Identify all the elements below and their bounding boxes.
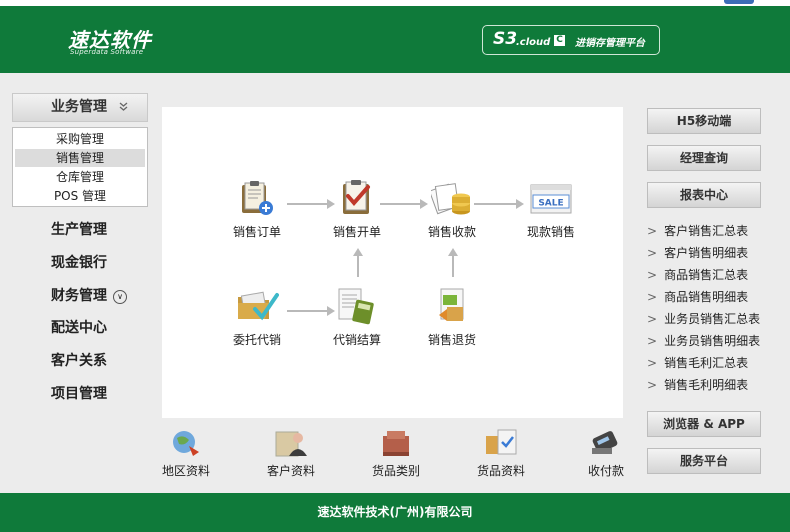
submenu-item-sales[interactable]: 销售管理	[15, 149, 145, 167]
node-label: 销售开单	[332, 225, 381, 239]
chevron-double-down-icon	[117, 100, 130, 113]
h5-mobile-button[interactable]: H5移动端	[647, 108, 761, 134]
chevron-circle-down-icon: ∨	[113, 290, 127, 304]
chevron-right-icon: >	[647, 378, 658, 392]
product-s3: S3	[493, 29, 518, 49]
chevron-right-icon: >	[647, 268, 658, 282]
chevron-right-icon: >	[647, 290, 658, 304]
chevron-right-icon: >	[647, 356, 658, 370]
node-label: 现款销售	[526, 225, 575, 239]
report-label: 销售毛利明细表	[664, 378, 749, 392]
node-label: 销售订单	[232, 225, 281, 239]
browser-app-button[interactable]: 浏览器 & APP	[647, 411, 761, 437]
nav-section-business[interactable]: 业务管理	[12, 93, 148, 122]
region-icon	[169, 428, 203, 458]
product-c-badge: C	[554, 35, 565, 46]
consign-out-icon	[235, 287, 279, 325]
arrow-up-icon	[353, 248, 363, 256]
node-label: 销售收款	[427, 225, 476, 239]
node-label: 委托代销	[232, 333, 281, 347]
report-label: 客户销售汇总表	[664, 224, 749, 238]
sale-tag-text: SALE	[538, 199, 563, 209]
goods-data-icon	[484, 428, 518, 458]
node-sales-receipt[interactable]: 销售收款	[412, 179, 492, 240]
report-link[interactable]: > 商品销售汇总表	[647, 266, 748, 283]
nav-item-delivery[interactable]: 配送中心	[51, 317, 107, 339]
product-platform: 进销存管理平台	[575, 38, 645, 49]
sales-return-icon	[433, 287, 471, 325]
node-sales-order[interactable]: 销售订单	[217, 179, 297, 240]
report-link[interactable]: > 销售毛利明细表	[647, 376, 748, 393]
goods-category-button[interactable]: 货品类别	[356, 428, 436, 479]
report-link[interactable]: > 销售毛利汇总表	[647, 354, 748, 371]
node-sales-return[interactable]: 销售退货	[412, 287, 492, 348]
bottom-label: 货品类别	[371, 464, 420, 478]
nav-item-cash-bank[interactable]: 现金银行	[51, 252, 107, 274]
region-data-button[interactable]: 地区资料	[146, 428, 226, 479]
logo-subtitle: Superdata Software	[70, 48, 144, 56]
report-link[interactable]: > 客户销售明细表	[647, 244, 748, 261]
nav-submenu: 采购管理 销售管理 仓库管理 POS 管理	[12, 127, 148, 207]
nav-item-project[interactable]: 项目管理	[51, 383, 107, 405]
nav-item-finance-label: 财务管理	[51, 288, 107, 304]
footer-company: 速达软件技术(广州)有限公司	[0, 493, 790, 532]
node-label: 代销结算	[332, 333, 381, 347]
node-sales-invoice[interactable]: 销售开单	[317, 179, 397, 240]
report-label: 商品销售明细表	[664, 290, 749, 304]
nav-item-finance[interactable]: 财务管理 ∨	[51, 285, 127, 307]
report-center-button[interactable]: 报表中心	[647, 182, 761, 208]
product-badge: S3 .cloud C 进销存管理平台	[482, 25, 660, 55]
service-platform-button[interactable]: 服务平台	[647, 448, 761, 474]
report-link[interactable]: > 业务员销售汇总表	[647, 310, 760, 327]
flow-line	[357, 255, 359, 277]
node-label: 销售退货	[427, 333, 476, 347]
submenu-item-pos[interactable]: POS 管理	[15, 187, 145, 205]
report-label: 销售毛利汇总表	[664, 356, 749, 370]
sales-order-icon	[238, 179, 276, 217]
node-consign-settle[interactable]: 代销结算	[317, 287, 397, 348]
report-label: 客户销售明细表	[664, 246, 749, 260]
report-link[interactable]: > 商品销售明细表	[647, 288, 748, 305]
bottom-label: 地区资料	[161, 464, 210, 478]
flow-line	[452, 255, 454, 277]
customer-data-button[interactable]: 客户资料	[251, 428, 331, 479]
chevron-right-icon: >	[647, 246, 658, 260]
submenu-item-purchase[interactable]: 采购管理	[15, 130, 145, 148]
sales-flow-panel: 销售订单 销售开单 销售收款 SALE 现款销售 委托代销 代销结算 销售退货	[162, 107, 623, 418]
corner-tab-icon[interactable]	[724, 0, 754, 4]
sales-receipt-icon	[428, 179, 473, 217]
chevron-right-icon: >	[647, 224, 658, 238]
bottom-label: 收付款	[587, 464, 624, 478]
payment-icon	[588, 428, 622, 458]
bottom-label: 客户资料	[266, 464, 315, 478]
top-strip	[0, 0, 790, 6]
report-label: 业务员销售汇总表	[664, 312, 761, 326]
chevron-right-icon: >	[647, 334, 658, 348]
nav-item-production[interactable]: 生产管理	[51, 219, 107, 241]
submenu-item-warehouse[interactable]: 仓库管理	[15, 168, 145, 186]
report-label: 商品销售汇总表	[664, 268, 749, 282]
product-cloud: .cloud	[516, 37, 551, 48]
node-cash-sale[interactable]: SALE 现款销售	[511, 179, 591, 240]
goods-category-icon	[379, 428, 413, 458]
nav-section-label: 业务管理	[51, 99, 107, 115]
goods-data-button[interactable]: 货品资料	[461, 428, 541, 479]
bottom-label: 货品资料	[476, 464, 525, 478]
consign-settle-icon	[336, 287, 378, 325]
report-link[interactable]: > 业务员销售明细表	[647, 332, 760, 349]
cash-sale-icon: SALE	[529, 179, 573, 217]
arrow-up-icon	[448, 248, 458, 256]
chevron-right-icon: >	[647, 312, 658, 326]
report-label: 业务员销售明细表	[664, 334, 761, 348]
customer-icon	[274, 428, 308, 458]
app-header: 速达软件 Superdata Software S3 .cloud C 进销存管…	[0, 0, 790, 73]
sales-invoice-icon	[338, 179, 376, 217]
manager-query-button[interactable]: 经理查询	[647, 145, 761, 171]
node-consign-out[interactable]: 委托代销	[217, 287, 297, 348]
nav-item-crm[interactable]: 客户关系	[51, 350, 107, 372]
report-link[interactable]: > 客户销售汇总表	[647, 222, 748, 239]
payment-button[interactable]: 收付款	[566, 428, 624, 479]
